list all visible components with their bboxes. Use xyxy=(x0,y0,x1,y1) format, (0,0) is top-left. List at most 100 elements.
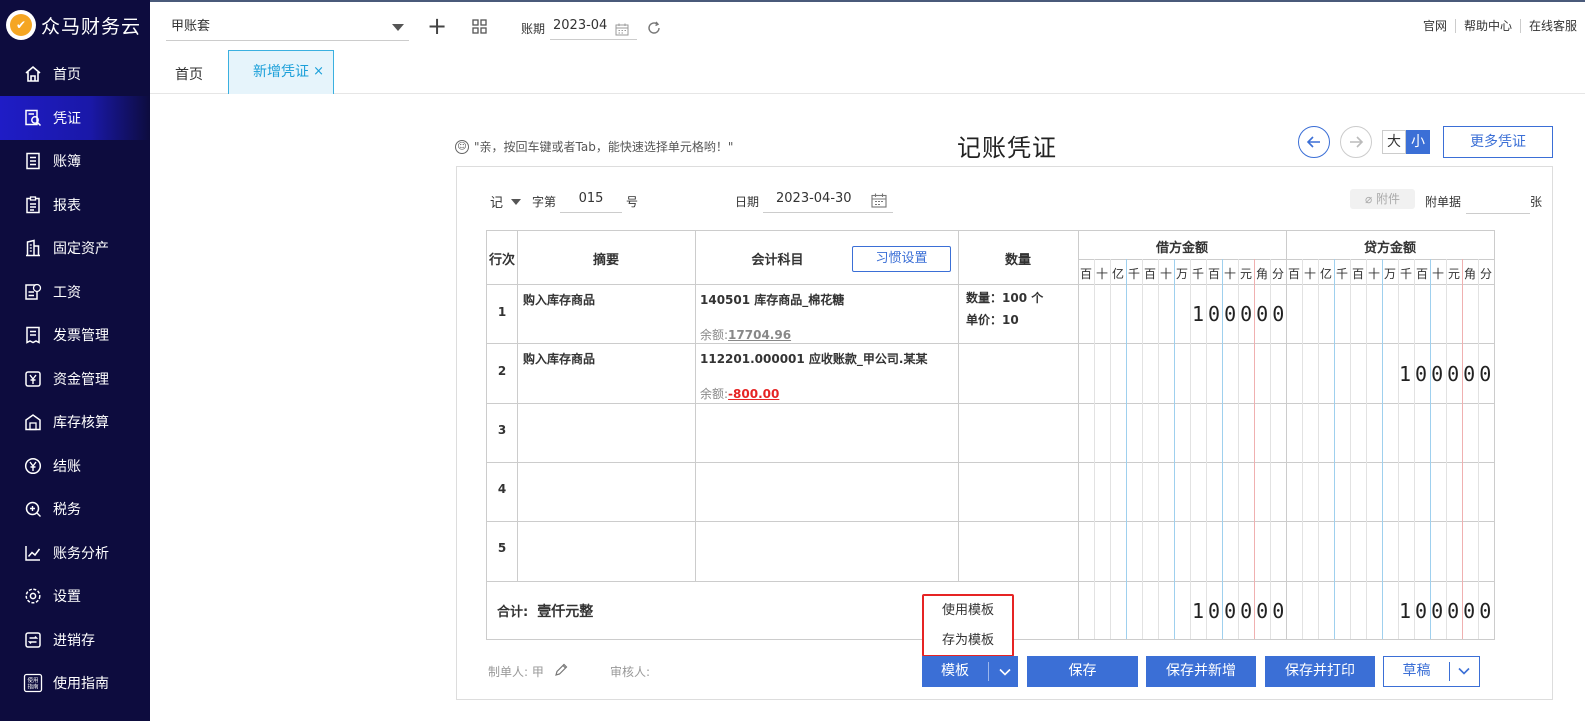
sidebar-item-invoice[interactable]: 发票管理 xyxy=(0,313,150,357)
tab-label: 新增凭证 xyxy=(253,64,309,80)
sidebar-item-tax[interactable]: 税务 xyxy=(0,487,150,531)
row-quantity[interactable]: 数量：100 个 单价：10 xyxy=(966,287,1043,331)
menu-item-use-template[interactable]: 使用模板 xyxy=(924,596,1012,626)
balance-label: 余额: xyxy=(700,387,729,401)
guide-icon: 使用 指南 xyxy=(23,673,43,693)
chevron-down-icon[interactable] xyxy=(998,662,1012,693)
digit-unit-header: 百 xyxy=(1079,267,1092,281)
row-divider xyxy=(487,521,1494,522)
account-set-select[interactable]: 甲账套 xyxy=(166,14,409,41)
sidebar-item-analysis[interactable]: 账务分析 xyxy=(0,531,150,575)
sidebar-item-label: 库存核算 xyxy=(53,415,109,431)
voucher-date-input[interactable]: 2023-04-30 xyxy=(763,187,893,213)
prev-voucher-button[interactable] xyxy=(1298,126,1330,158)
sidebar-item-inventory-accounting[interactable]: 库存核算 xyxy=(0,400,150,444)
size-large-button[interactable]: 大 xyxy=(1382,130,1406,154)
digit-unit-header: 亿 xyxy=(1111,267,1124,281)
period-label: 账期 xyxy=(521,22,546,36)
sidebar-item-label: 账务分析 xyxy=(53,546,109,562)
menu-item-save-as-template[interactable]: 存为模板 xyxy=(924,626,1012,656)
period-input[interactable]: 2023-04 xyxy=(550,14,637,40)
draft-button[interactable]: 草稿 xyxy=(1383,656,1480,687)
calendar-icon[interactable] xyxy=(871,193,887,217)
size-small-button[interactable]: 小 xyxy=(1406,130,1430,154)
sidebar-item-label: 凭证 xyxy=(53,111,81,127)
link-official-site[interactable]: 官网 xyxy=(1415,19,1455,33)
balance-value[interactable]: -800.00 xyxy=(728,387,779,401)
hint-text: "亲，按回车键或者Tab，能快速选择单元格哟！" xyxy=(474,140,734,154)
sidebar-item-label: 资金管理 xyxy=(53,372,109,388)
digit-divider xyxy=(1430,259,1431,639)
row-debit-amount[interactable]: 100000 xyxy=(1192,302,1288,326)
unit-price-line: 单价：10 xyxy=(966,313,1019,327)
home-icon xyxy=(23,64,43,84)
app-logo[interactable]: ✔ 众马财务云 xyxy=(0,0,150,50)
save-and-new-button[interactable]: 保存并新增 xyxy=(1146,656,1256,687)
row-number: 3 xyxy=(497,423,507,437)
building-icon xyxy=(23,238,43,258)
tab-new-voucher[interactable]: 新增凭证 × xyxy=(228,50,334,94)
digit-divider xyxy=(1318,259,1319,639)
row-balance: 余额:17704.96 xyxy=(700,326,791,343)
digit-divider xyxy=(1174,259,1175,639)
row-credit-amount[interactable]: 100000 xyxy=(1399,362,1495,386)
voucher-table: 行次 摘要 会计科目 习惯设置 数量 借方金额 贷方金额 百十亿千百十万千百十元… xyxy=(486,230,1495,640)
row-summary[interactable]: 购入库存商品 xyxy=(523,291,595,308)
close-icon[interactable]: × xyxy=(313,51,324,93)
sidebar-item-guide[interactable]: 使用 指南 使用指南 xyxy=(0,661,150,705)
digit-divider xyxy=(1478,259,1479,639)
sidebar-item-voucher[interactable]: 凭证 xyxy=(0,96,150,140)
quantity-line: 数量：100 个 xyxy=(966,291,1044,305)
link-help-center[interactable]: 帮助中心 xyxy=(1454,19,1520,33)
balance-label: 余额: xyxy=(700,328,729,342)
tab-home[interactable]: 首页 xyxy=(175,64,203,84)
digit-unit-header: 千 xyxy=(1335,267,1348,281)
link-online-support[interactable]: 在线客服 xyxy=(1519,19,1585,33)
save-and-print-button[interactable]: 保存并打印 xyxy=(1265,656,1375,687)
header-row-no: 行次 xyxy=(488,253,515,268)
svg-text:指南: 指南 xyxy=(27,683,39,691)
row-account[interactable]: 140501 库存商品_棉花糖 xyxy=(700,291,844,308)
template-button[interactable]: 模板 xyxy=(922,656,1018,687)
col-divider xyxy=(1078,231,1079,639)
sidebar-item-home[interactable]: 首页 xyxy=(0,52,150,96)
grid-icon[interactable] xyxy=(472,19,487,34)
calendar-icon[interactable] xyxy=(615,21,629,45)
digit-divider xyxy=(1126,259,1127,639)
sidebar-item-ledger[interactable]: 账簿 xyxy=(0,139,150,183)
header-summary: 摘要 xyxy=(592,253,619,268)
svg-text:使用: 使用 xyxy=(27,676,38,684)
habit-settings-button[interactable]: 习惯设置 xyxy=(852,246,951,272)
refresh-icon[interactable] xyxy=(647,20,661,39)
digit-divider xyxy=(1190,259,1191,639)
balance-value[interactable]: 17704.96 xyxy=(728,328,791,342)
row-summary[interactable]: 购入库存商品 xyxy=(523,350,595,367)
maker-field: 制单人: 甲 xyxy=(488,663,568,680)
sidebar-item-purchase-sales[interactable]: 进销存 xyxy=(0,618,150,662)
attached-docs-input[interactable] xyxy=(1466,190,1530,214)
next-voucher-button[interactable] xyxy=(1340,126,1372,158)
sidebar-item-label: 首页 xyxy=(53,67,81,83)
header-debit: 借方金额 xyxy=(1155,241,1208,256)
save-button[interactable]: 保存 xyxy=(1027,656,1138,687)
attachment-button[interactable]: ⌀ 附件 xyxy=(1350,189,1415,209)
sidebar-item-funds[interactable]: 资金管理 xyxy=(0,357,150,401)
keyboard-hint: ☺ "亲，按回车键或者Tab，能快速选择单元格哟！" xyxy=(455,138,733,155)
sidebar-item-report[interactable]: 报表 xyxy=(0,183,150,227)
row-number: 2 xyxy=(497,364,507,378)
voucher-number-input[interactable]: 015 xyxy=(560,187,622,213)
sidebar-item-fixed-assets[interactable]: 固定资产 xyxy=(0,226,150,270)
sidebar-item-settings[interactable]: 设置 xyxy=(0,574,150,618)
page-title: 记账凭证 xyxy=(957,134,1057,162)
sidebar-item-checkout[interactable]: 结账 xyxy=(0,444,150,488)
digit-divider xyxy=(1334,259,1335,639)
add-icon[interactable]: + xyxy=(427,14,447,38)
more-vouchers-button[interactable]: 更多凭证 xyxy=(1443,126,1553,158)
chevron-down-icon[interactable] xyxy=(1457,662,1471,691)
sidebar-item-label: 固定资产 xyxy=(53,241,109,257)
row-account[interactable]: 112201.000001 应收账款_甲公司.某某 xyxy=(700,350,928,367)
edit-icon[interactable] xyxy=(554,663,568,680)
ledger-icon xyxy=(23,151,43,171)
voucher-type-select[interactable]: 记 xyxy=(490,192,522,211)
sidebar-item-salary[interactable]: 工资 xyxy=(0,270,150,314)
